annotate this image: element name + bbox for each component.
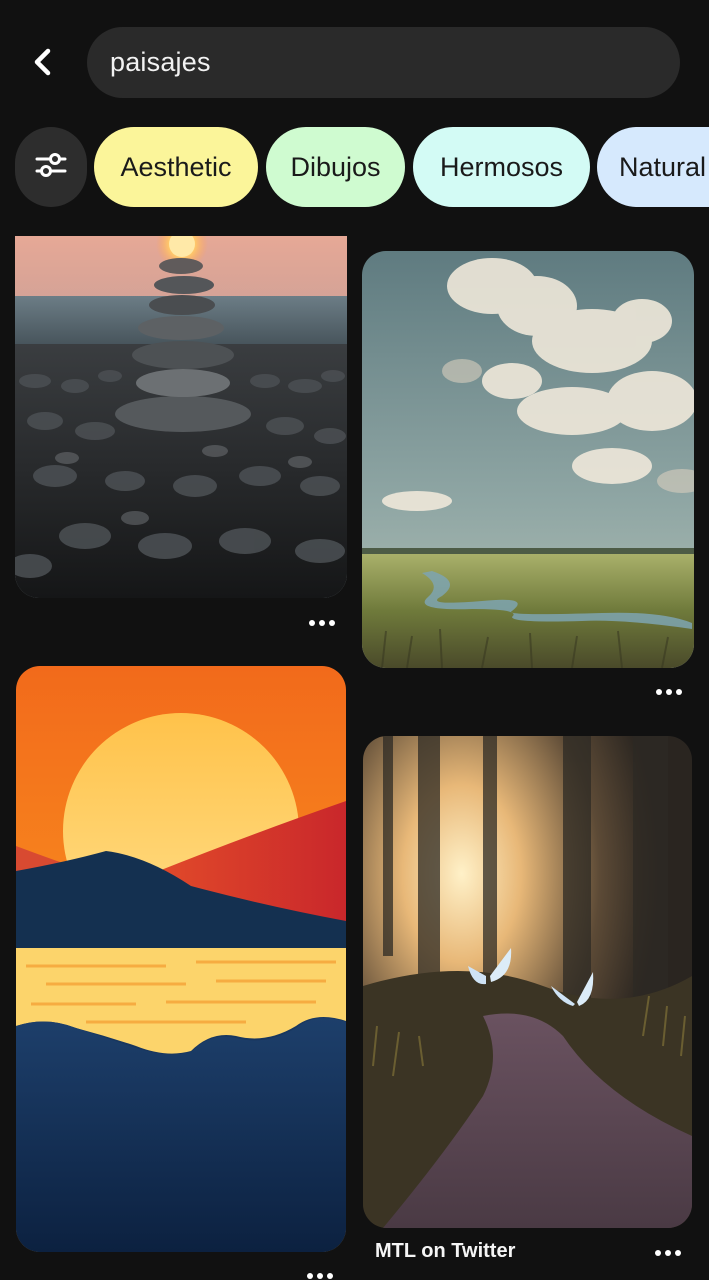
- more-horizontal-icon: [656, 689, 662, 695]
- search-query-text: paisajes: [110, 47, 211, 77]
- more-horizontal-icon: [655, 1250, 661, 1256]
- pin-image-forest-path[interactable]: [363, 736, 692, 1228]
- pin-image-vector-sunset[interactable]: [16, 666, 346, 1252]
- chip-label: Hermosos: [439, 151, 564, 182]
- more-horizontal-icon: [307, 1273, 313, 1279]
- pin-caption[interactable]: MTL on Twitter: [375, 1240, 515, 1263]
- sliders-icon: [35, 151, 67, 184]
- search-results-page: paisajes Aesthetic Dibujos Hermosos Natu…: [0, 0, 709, 1280]
- chip-label: Dibujos: [290, 151, 381, 182]
- more-options-button[interactable]: [648, 1243, 688, 1263]
- pin-image-stacked-stones[interactable]: [15, 236, 347, 598]
- back-button[interactable]: [18, 38, 66, 90]
- more-options-button[interactable]: [649, 682, 689, 702]
- chip-label: Aesthetic: [120, 151, 232, 182]
- chip-hermosos[interactable]: Hermosos: [413, 127, 590, 207]
- chip-label: Natural: [619, 151, 707, 182]
- search-input[interactable]: paisajes: [87, 27, 680, 98]
- more-horizontal-icon: [309, 620, 315, 626]
- chevron-left-icon: [29, 47, 55, 82]
- more-options-button[interactable]: [302, 613, 342, 633]
- more-options-button[interactable]: [300, 1266, 340, 1280]
- chip-natural[interactable]: Natural: [597, 127, 709, 207]
- pin-image-painted-marsh[interactable]: [362, 251, 694, 668]
- filter-chip-row: Aesthetic Dibujos Hermosos Natural: [0, 127, 709, 207]
- chip-aesthetic[interactable]: Aesthetic: [94, 127, 258, 207]
- filter-button[interactable]: [15, 127, 87, 207]
- chip-dibujos[interactable]: Dibujos: [266, 127, 405, 207]
